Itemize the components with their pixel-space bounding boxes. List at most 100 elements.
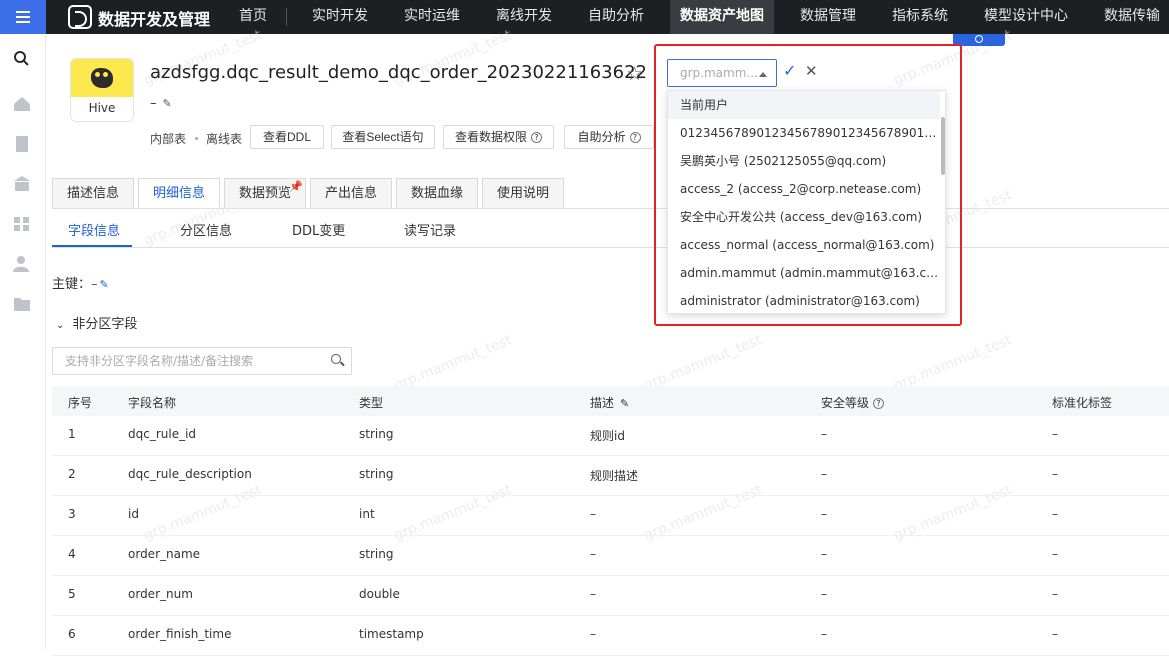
col-standard-tag: 标准化标签 bbox=[1052, 396, 1113, 410]
owner-option[interactable]: administrator (administrator@163.com) bbox=[668, 287, 940, 313]
cell-tag: – bbox=[1052, 587, 1058, 601]
nav-data-asset-map[interactable]: 数据资产地图 bbox=[670, 0, 774, 34]
subtab-active-indicator bbox=[52, 245, 132, 247]
owner-option[interactable]: access_normal (access_normal@163.com) bbox=[668, 231, 940, 259]
cell-index: 3 bbox=[68, 507, 76, 521]
primary-key-label: 主键： bbox=[52, 277, 92, 292]
favorite-star-icon[interactable]: ☆ bbox=[626, 63, 643, 85]
primary-key-value: – bbox=[91, 277, 98, 292]
cell-type: string bbox=[359, 427, 394, 441]
cell-description: – bbox=[590, 547, 596, 561]
tab-description[interactable]: 描述信息 bbox=[52, 178, 134, 208]
asset-search-icon[interactable] bbox=[12, 50, 32, 66]
nav-data-transfer[interactable]: 数据传输 bbox=[1104, 0, 1160, 34]
cell-security: – bbox=[821, 547, 827, 561]
confirm-check-icon[interactable]: ✓ bbox=[783, 61, 796, 80]
nav-model-design[interactable]: 模型设计中心 bbox=[984, 0, 1068, 34]
owner-option[interactable]: admin.mammut (admin.mammut@163.com) bbox=[668, 259, 940, 287]
cell-tag: – bbox=[1052, 427, 1058, 441]
subtab-rw-records[interactable]: 读写记录 bbox=[404, 220, 456, 239]
nav-realtime-dev[interactable]: 实时开发 bbox=[312, 0, 368, 34]
nav-metric-system[interactable]: 指标系统 bbox=[892, 0, 948, 34]
cell-field-name: order_finish_time bbox=[128, 627, 232, 641]
subtab-ddl-changes[interactable]: DDL变更 bbox=[292, 220, 345, 239]
table-name-title: azdsfgg.dqc_result_demo_dqc_order_202302… bbox=[150, 62, 647, 83]
search-icon[interactable] bbox=[331, 354, 341, 364]
help-icon: ? bbox=[873, 398, 885, 409]
view-ddl-button[interactable]: 查看DDL bbox=[250, 125, 324, 149]
table-row: 2 dqc_rule_description string 规则描述 – – bbox=[52, 456, 1169, 496]
owner-select[interactable]: grp.mamm... bbox=[667, 59, 777, 87]
close-icon[interactable]: ✕ bbox=[805, 62, 818, 80]
pin-icon[interactable]: 📌 bbox=[289, 180, 303, 193]
grid-icon[interactable] bbox=[12, 216, 32, 232]
menu-icon[interactable] bbox=[0, 0, 46, 34]
nav-divider bbox=[286, 8, 287, 26]
edit-pencil-icon[interactable]: ✎ bbox=[163, 97, 172, 110]
col-type: 类型 bbox=[359, 396, 384, 410]
bank-icon[interactable] bbox=[12, 176, 32, 192]
cell-description: – bbox=[590, 627, 596, 641]
cell-field-name: order_num bbox=[128, 587, 193, 601]
cell-field-name: dqc_rule_id bbox=[128, 427, 197, 441]
document-icon[interactable] bbox=[12, 136, 32, 152]
tag-internal-table: 内部表 bbox=[150, 132, 187, 146]
col-security-label: 安全等级 bbox=[821, 396, 870, 410]
table-header: 序号 字段名称 类型 描述 ✎ 安全等级? 标准化标签 bbox=[52, 386, 1169, 416]
table-row: 6 order_finish_time timestamp – – – bbox=[52, 616, 1169, 656]
home-icon[interactable] bbox=[12, 96, 32, 112]
subtab-divider bbox=[52, 247, 1169, 248]
cell-description: – bbox=[590, 587, 596, 601]
view-select-button[interactable]: 查看Select语句 bbox=[331, 125, 435, 149]
col-security-level: 安全等级? bbox=[821, 394, 885, 411]
tab-lineage[interactable]: 数据血缘 bbox=[396, 178, 478, 208]
help-icon: ? bbox=[629, 132, 641, 143]
owner-option[interactable]: access_2 (access_2@corp.netease.com) bbox=[668, 175, 940, 203]
tab-output[interactable]: 产出信息 bbox=[310, 178, 392, 208]
subtab-partitions[interactable]: 分区信息 bbox=[180, 220, 232, 239]
tab-detail[interactable]: 明细信息 bbox=[138, 178, 220, 209]
nav-data-management[interactable]: 数据管理 bbox=[800, 0, 856, 34]
chevron-down-icon: ⌄ bbox=[56, 320, 65, 331]
cell-security: – bbox=[821, 587, 827, 601]
watermark: grp.mammut_test bbox=[391, 332, 515, 394]
folder-icon[interactable] bbox=[12, 296, 32, 312]
edit-primary-key-icon[interactable]: ✎ bbox=[100, 278, 109, 291]
table-row: 4 order_name string – – – bbox=[52, 536, 1169, 576]
cell-type: timestamp bbox=[359, 627, 424, 641]
cell-tag: – bbox=[1052, 507, 1058, 521]
owner-option[interactable]: 当前用户 bbox=[668, 91, 940, 119]
cell-security: – bbox=[821, 467, 827, 481]
field-search-input[interactable]: 支持非分区字段名称/描述/备注搜索 bbox=[52, 347, 352, 375]
cell-type: double bbox=[359, 587, 400, 601]
subtab-fields[interactable]: 字段信息 bbox=[68, 220, 120, 239]
edit-description-icon[interactable]: ✎ bbox=[620, 397, 629, 410]
cell-index: 5 bbox=[68, 587, 76, 601]
owner-dropdown: 当前用户 01234567890123456789012345678901234… bbox=[667, 90, 946, 314]
cell-index: 4 bbox=[68, 547, 76, 561]
view-data-permission-button[interactable]: 查看数据权限? bbox=[443, 125, 554, 149]
primary-key: 主键：– ✎ bbox=[52, 273, 109, 292]
watermark: grp.mammut_test bbox=[891, 332, 1015, 394]
owner-option[interactable]: 安全中心开发公共 (access_dev@163.com) bbox=[668, 203, 940, 231]
owner-option[interactable]: 0123456789012345678901234567890123456789… bbox=[668, 119, 940, 147]
cell-index: 6 bbox=[68, 627, 76, 641]
cell-tag: – bbox=[1052, 467, 1058, 481]
dropdown-scrollbar[interactable] bbox=[941, 117, 945, 175]
hive-label: Hive bbox=[88, 101, 116, 115]
cell-index: 2 bbox=[68, 467, 76, 481]
top-navigation-bar: 数据开发及管理 首页 实时开发 实时运维 离线开发 自助分析 数据资产地图 数据… bbox=[0, 0, 1169, 34]
nav-realtime-ops[interactable]: 实时运维 bbox=[404, 0, 460, 34]
tab-usage[interactable]: 使用说明 bbox=[482, 178, 564, 208]
section-non-partition-fields[interactable]: ⌄ 非分区字段 bbox=[56, 313, 137, 332]
owner-option[interactable]: 吴鹏英小号 (2502125055@qq.com) bbox=[668, 147, 940, 175]
tab-divider bbox=[52, 208, 1169, 209]
cell-description: 规则id bbox=[590, 429, 625, 443]
nav-self-analysis[interactable]: 自助分析 bbox=[588, 0, 644, 34]
self-analysis-button[interactable]: 自助分析? bbox=[564, 125, 654, 149]
cell-field-name: order_name bbox=[128, 547, 201, 561]
cell-security: – bbox=[821, 427, 827, 441]
cell-tag: – bbox=[1052, 547, 1058, 561]
cell-field-name: id bbox=[128, 507, 139, 521]
user-manage-icon[interactable] bbox=[12, 256, 32, 272]
